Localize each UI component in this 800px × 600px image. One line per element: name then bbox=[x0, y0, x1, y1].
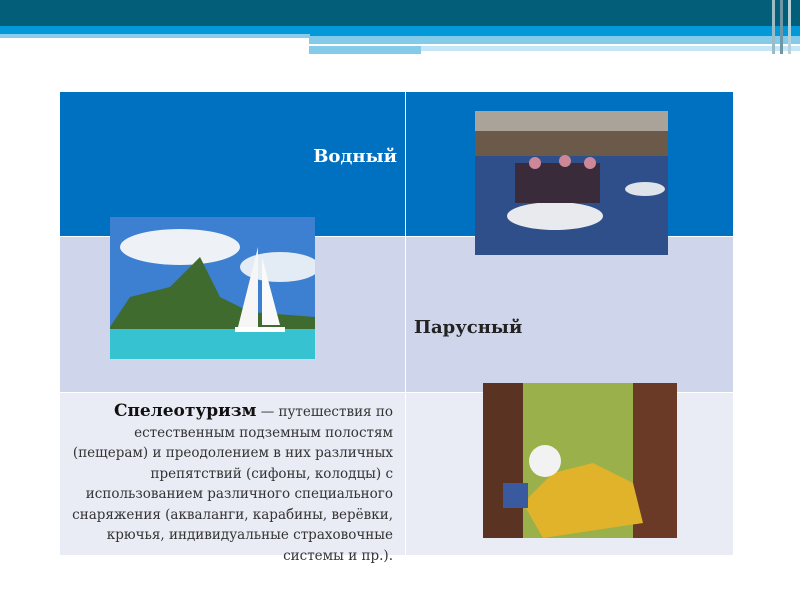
sailing-photo bbox=[110, 217, 315, 359]
header-cell-water: Водный bbox=[60, 92, 406, 236]
sailing-label-cell: Парусный bbox=[406, 236, 733, 392]
desc-line: препятствий (сифоны, колодцы) с bbox=[150, 465, 394, 482]
desc-line: — путешествия по bbox=[260, 404, 393, 420]
desc-line: снаряжения (акваланги, карабины, верёвки… bbox=[72, 506, 393, 523]
desc-line: естественным подземным полостям bbox=[134, 424, 393, 441]
sailing-label: Парусный bbox=[414, 317, 523, 338]
desc-line: использованием различного специального bbox=[85, 486, 393, 502]
rafting-photo bbox=[475, 111, 668, 255]
desc-line: (пещерам) и преодолением в них различных bbox=[72, 445, 393, 461]
speleo-term: Спелеотуризм bbox=[113, 401, 257, 421]
speleo-text-cell: Спелеотуризм — путешествия по естественн… bbox=[60, 392, 406, 564]
water-label: Водный bbox=[313, 146, 397, 167]
desc-line: крючья, индивидуальные страховочные bbox=[106, 527, 393, 543]
cave-photo bbox=[483, 383, 677, 538]
speleo-description: Спелеотуризм — путешествия по естественн… bbox=[72, 401, 393, 566]
desc-line: системы и пр.). bbox=[283, 547, 393, 564]
